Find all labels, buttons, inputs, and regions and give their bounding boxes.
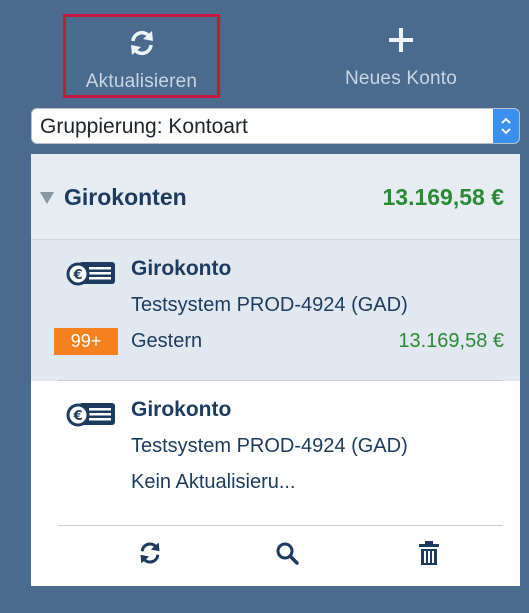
account-status: Gestern	[131, 330, 203, 352]
account-card-icon: €	[65, 399, 117, 434]
account-row[interactable]: € Girokonto Testsystem PROD-4924 (GAD) K…	[31, 381, 520, 511]
group-total: 13.169,58 €	[382, 184, 504, 210]
account-bank: Testsystem PROD-4924 (GAD)	[131, 435, 408, 457]
disclosure-triangle-icon[interactable]	[40, 191, 54, 209]
account-card-icon: €	[65, 258, 117, 293]
new-account-button[interactable]: Neues Konto	[326, 14, 476, 98]
new-account-label: Neues Konto	[344, 68, 458, 89]
svg-text:€: €	[72, 409, 82, 424]
refresh-label: Aktualisieren	[85, 71, 198, 92]
account-bank: Testsystem PROD-4924 (GAD)	[131, 294, 408, 316]
svg-text:€: €	[72, 268, 82, 283]
group-header[interactable]: Girokonten 13.169,58 €	[31, 154, 520, 240]
refresh-button[interactable]: Aktualisieren	[63, 14, 220, 98]
search-button[interactable]	[267, 535, 307, 575]
account-name: Girokonto	[131, 398, 232, 421]
toolbar: Aktualisieren Neues Konto	[0, 0, 529, 100]
updown-chevron-icon	[493, 109, 519, 143]
account-status: Kein Aktualisieru...	[131, 471, 296, 493]
account-row[interactable]: € Girokonto Testsystem PROD-4924 (GAD) 9…	[31, 240, 520, 381]
unread-badge: 99+	[54, 328, 118, 355]
group-title: Girokonten	[64, 184, 187, 210]
account-balance: 13.169,58 €	[398, 330, 504, 352]
account-name: Girokonto	[131, 257, 232, 280]
search-icon	[275, 541, 299, 570]
trash-icon	[418, 540, 440, 571]
refresh-icon	[127, 21, 157, 65]
grouping-select[interactable]: Gruppierung: Kontoart	[31, 108, 520, 144]
account-actions	[31, 526, 520, 586]
refresh-icon	[137, 540, 163, 571]
delete-button[interactable]	[409, 535, 449, 575]
grouping-select-value: Gruppierung: Kontoart	[40, 115, 248, 138]
plus-icon	[386, 18, 416, 62]
refresh-account-button[interactable]	[130, 535, 170, 575]
account-list: Girokonten 13.169,58 € € Girokonto Tests…	[31, 154, 520, 586]
